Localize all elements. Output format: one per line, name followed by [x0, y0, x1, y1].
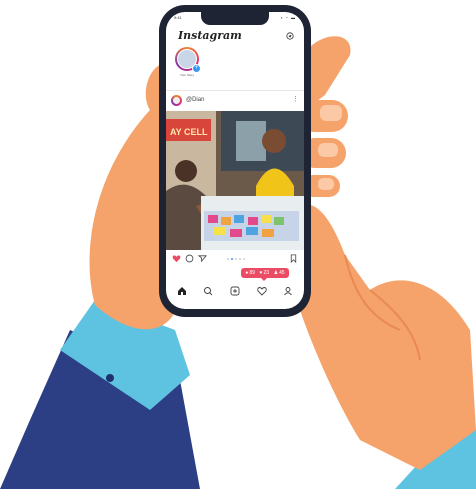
profile-icon[interactable] — [283, 286, 293, 296]
status-icons: ▪ ◔ ▬ — [280, 15, 296, 20]
likes-count: 89 — [249, 270, 255, 276]
notification-badge: ● 89 ♥ 23 ♟ 45 — [241, 268, 289, 281]
phone-screen: 9:41 ▪ ◔ ▬ Instagram + Your Story @Dian … — [166, 12, 304, 309]
add-story-icon[interactable]: + — [192, 64, 201, 73]
status-time: 9:41 — [174, 15, 182, 20]
heart-badge-icon: ♥ — [259, 270, 263, 276]
app-title: Instagram — [178, 29, 242, 42]
bookmark-icon[interactable] — [289, 254, 298, 263]
post-menu-icon[interactable]: ⋮ — [292, 95, 299, 103]
user-badge-icon: ♟ — [273, 270, 279, 276]
phone-notch — [201, 12, 269, 25]
cuff-button — [106, 374, 114, 382]
home-icon[interactable] — [177, 286, 187, 296]
comments-count: 23 — [263, 270, 270, 276]
followers-count: 45 — [279, 270, 285, 276]
like-icon[interactable] — [172, 254, 181, 263]
post-username[interactable]: @Dian — [186, 97, 204, 103]
story-your-story[interactable]: + Your Story — [172, 47, 202, 87]
comment-icon[interactable] — [185, 254, 194, 263]
post-avatar[interactable] — [171, 95, 182, 106]
shop-sign-text: AY CELL — [170, 127, 208, 137]
add-post-icon[interactable] — [230, 286, 240, 296]
carousel-dot — [243, 258, 245, 260]
share-icon[interactable] — [198, 254, 207, 263]
right-hand — [290, 204, 476, 471]
bottom-tab-bar — [166, 282, 304, 302]
search-icon[interactable] — [203, 286, 213, 296]
post-photo[interactable]: AY CELL — [166, 111, 304, 250]
activity-icon[interactable] — [257, 286, 267, 296]
story-label: Your Story — [180, 73, 194, 77]
carousel-dot — [227, 258, 229, 260]
post-actions — [166, 254, 304, 264]
post-header: @Dian ⋮ — [166, 94, 304, 108]
divider — [166, 90, 304, 91]
carousel-dots — [227, 258, 245, 260]
comments-badge-icon: ● — [245, 270, 249, 276]
direct-message-icon[interactable] — [286, 32, 294, 40]
carousel-dot — [239, 258, 241, 260]
carousel-dot — [231, 258, 233, 260]
carousel-dot — [235, 258, 237, 260]
